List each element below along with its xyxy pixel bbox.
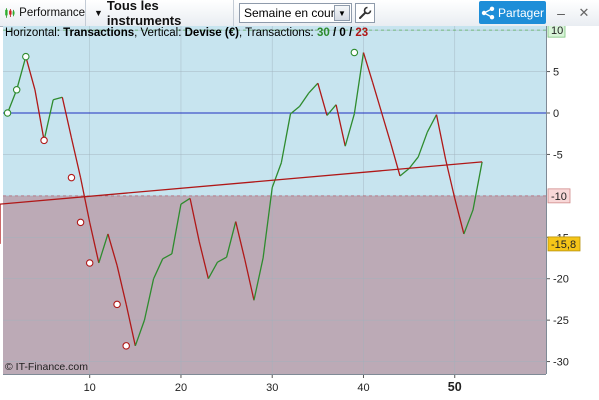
minimize-button[interactable]: – xyxy=(551,0,571,26)
y-tick-label: 0 xyxy=(553,108,559,120)
current-value-label: -15,8 xyxy=(551,239,576,251)
separator: / xyxy=(330,27,340,39)
threshold-high-label: 10 xyxy=(551,26,563,37)
y-tick-label: -5 xyxy=(553,149,563,161)
share-button[interactable]: Partager xyxy=(479,1,546,24)
x-tick-label: 10 xyxy=(84,382,96,394)
threshold-low-label: -10 xyxy=(551,191,567,203)
trade-marker xyxy=(22,52,30,61)
minimize-icon: – xyxy=(557,5,565,21)
trade-marker xyxy=(113,300,121,309)
trade-marker xyxy=(350,48,359,57)
trade-marker xyxy=(40,136,48,145)
losses-count: 23 xyxy=(355,27,368,39)
period-label: Semaine en cours xyxy=(244,6,341,20)
trade-marker xyxy=(76,218,85,227)
instruments-dropdown[interactable]: ▼ Tous les instruments xyxy=(88,0,234,28)
wrench-button[interactable] xyxy=(355,3,375,23)
instruments-label: Tous les instruments xyxy=(106,0,182,28)
horizontal-prefix: Horizontal: xyxy=(5,27,63,39)
y-tick-label: -20 xyxy=(553,274,569,286)
transactions-prefix: , Transactions: xyxy=(239,27,317,39)
x-tick-label: 40 xyxy=(357,382,369,394)
wrench-icon xyxy=(359,6,372,19)
wins-count: 30 xyxy=(317,27,330,39)
trade-marker xyxy=(3,109,12,117)
chart-header: Horizontal: Transactions, Vertical: Devi… xyxy=(5,27,368,39)
equity-chart: 50-5-15-20-25-30 1020304050 10 -10 -15,8… xyxy=(0,26,599,400)
period-select[interactable]: Semaine en cours ▼ xyxy=(239,3,352,23)
chevron-down-icon[interactable]: ▼ xyxy=(334,5,350,21)
trade-marker xyxy=(67,173,76,182)
separator: / xyxy=(346,27,356,39)
y-axis-panel xyxy=(546,26,599,400)
x-tick-label: 50 xyxy=(448,380,462,394)
toolbar: Performance ▼ Tous les instruments Semai… xyxy=(0,0,599,28)
trade-marker xyxy=(85,259,94,267)
close-icon: ✕ xyxy=(578,5,590,20)
chart-area: 50-5-15-20-25-30 1020304050 10 -10 -15,8… xyxy=(0,26,599,400)
x-tick-label: 20 xyxy=(175,382,187,394)
caret-down-icon: ▼ xyxy=(94,8,103,18)
trade-marker xyxy=(12,86,21,94)
vertical-prefix: , Vertical: xyxy=(134,27,185,39)
share-icon xyxy=(481,6,495,19)
candlestick-chart-icon xyxy=(5,8,15,18)
horizontal-value: Transactions xyxy=(63,27,134,39)
close-button[interactable]: ✕ xyxy=(574,0,594,26)
y-tick-label: -25 xyxy=(553,315,569,327)
x-tick-label: 30 xyxy=(266,382,278,394)
y-tick-label: -30 xyxy=(553,357,569,369)
watermark: © IT-Finance.com xyxy=(5,361,88,373)
share-label: Partager xyxy=(497,5,545,20)
y-tick-label: 5 xyxy=(553,67,559,79)
lower-zone xyxy=(3,195,546,374)
performance-menu[interactable]: Performance xyxy=(0,0,86,26)
performance-label: Performance xyxy=(19,7,85,19)
vertical-value: Devise (€) xyxy=(185,27,240,39)
trade-marker xyxy=(122,342,130,350)
upper-zone xyxy=(3,26,546,196)
